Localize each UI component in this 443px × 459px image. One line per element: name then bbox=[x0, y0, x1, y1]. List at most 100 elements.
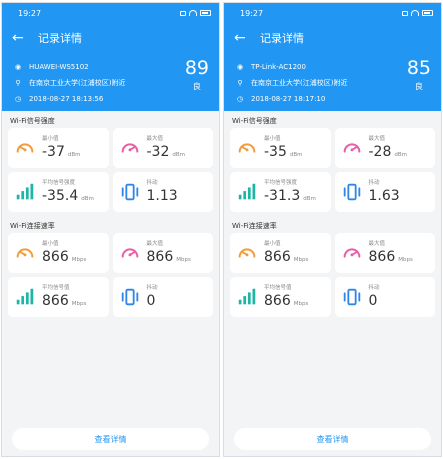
score-block: 89 良 bbox=[185, 57, 209, 92]
rate-avg-label: 平均信号值 bbox=[264, 285, 292, 291]
signal-jitter-label: 抖动 bbox=[146, 180, 158, 186]
signal-jitter-card: 抖动 1.13 bbox=[112, 172, 213, 212]
gauge-min-icon bbox=[16, 248, 34, 258]
signal-avg-value: -31.3 bbox=[264, 188, 301, 204]
location-text: 在南京工业大学(江浦校区)附近 bbox=[29, 79, 126, 87]
rate-min-card: 最小值 866 Mbps bbox=[230, 233, 331, 273]
rate-max-label: 最大值 bbox=[368, 241, 386, 247]
rate-max-label: 最大值 bbox=[146, 241, 164, 247]
rate-avg-card: 平均信号值 866 Mbps bbox=[8, 277, 109, 317]
network-info: ◉ HUAWEI-WS5102 ⚲ 在南京工业大学(江浦校区)附近 ◷ 2018… bbox=[2, 53, 219, 111]
rate-min-unit: Mbps bbox=[71, 257, 87, 263]
rate-min-card: 最小值 866 Mbps bbox=[8, 233, 109, 273]
page-title: 记录详情 bbox=[260, 32, 304, 45]
status-icons bbox=[402, 10, 433, 16]
clock-icon: ◷ bbox=[236, 95, 244, 103]
title-bar: ← 记录详情 bbox=[2, 23, 219, 53]
back-arrow-icon[interactable]: ← bbox=[234, 31, 252, 45]
rate-jitter-value: 0 bbox=[368, 293, 378, 309]
signal-max-label: 最大值 bbox=[368, 136, 386, 142]
rate-avg-value: 866 bbox=[264, 293, 291, 309]
rate-max-unit: Mbps bbox=[398, 257, 413, 263]
status-icons bbox=[180, 10, 211, 16]
location-row: ⚲ 在南京工业大学(江浦校区)附近 bbox=[234, 75, 431, 91]
page-title: 记录详情 bbox=[38, 32, 82, 45]
network-info: ◉ TP-Link-AC1200 ⚲ 在南京工业大学(江浦校区)附近 ◷ 201… bbox=[224, 53, 441, 111]
datetime-row: ◷ 2018-08-27 18:17:10 bbox=[234, 91, 431, 107]
signal-avg-value: -35.4 bbox=[42, 188, 79, 204]
signal-max-label: 最大值 bbox=[146, 136, 164, 142]
location-pin-icon: ⚲ bbox=[237, 79, 243, 87]
signal-min-card: 最小值 -37 dBm bbox=[8, 128, 109, 168]
battery-icon bbox=[422, 10, 433, 16]
ssid-row: ◉ HUAWEI-WS5102 bbox=[12, 59, 209, 75]
signal-cards: 最小值 -35 dBm 最大值 -28 dBm 平均信号强度 -31.3 dBm 抖动… bbox=[224, 125, 441, 216]
score-grade: 良 bbox=[192, 82, 201, 91]
wifi-icon: ◉ bbox=[236, 63, 244, 71]
rate-avg-value: 866 bbox=[42, 293, 69, 309]
signal-max-unit: dBm bbox=[172, 152, 185, 158]
datetime-text: 2018-08-27 18:17:10 bbox=[251, 95, 326, 103]
rate-cards: 最小值 866 Mbps 最大值 866 Mbps 平均信号值 866 Mbps 抖动… bbox=[224, 230, 441, 321]
signal-min-label: 最小值 bbox=[42, 136, 59, 142]
rate-max-card: 最大值 866 Mbps bbox=[334, 233, 435, 273]
phone-vibrate-icon bbox=[343, 288, 360, 306]
rate-avg-unit: Mbps bbox=[71, 301, 87, 307]
screen-1: 19:27 ← 记录详情 ◉ HUAWEI-WS5102 ⚲ 在南京工业大学(江… bbox=[1, 2, 220, 457]
rate-max-value: 866 bbox=[146, 249, 174, 265]
score-value: 85 bbox=[406, 57, 431, 79]
rate-avg-unit: Mbps bbox=[293, 301, 309, 307]
screen-2: 19:27 ← 记录详情 ◉ TP-Link-AC1200 ⚲ 在南京工业大学(… bbox=[223, 2, 442, 457]
clock-icon: ◷ bbox=[14, 95, 22, 103]
location-pin-icon: ⚲ bbox=[15, 79, 21, 87]
gauge-max-icon bbox=[343, 248, 360, 258]
phone-vibrate-icon bbox=[343, 183, 360, 201]
signal-min-unit: dBm bbox=[289, 152, 303, 158]
rate-min-label: 最小值 bbox=[264, 241, 281, 247]
battery-icon bbox=[200, 10, 211, 16]
signal-bars-icon bbox=[238, 183, 256, 200]
datetime-text: 2018-08-27 18:13:56 bbox=[29, 95, 104, 103]
rate-cards: 最小值 866 Mbps 最大值 866 Mbps 平均信号值 866 Mbps 抖动… bbox=[2, 230, 219, 321]
signal-section-title: Wi-Fi信号强度 bbox=[232, 117, 277, 125]
status-time: 19:27 bbox=[240, 8, 264, 18]
view-details-button[interactable]: 查看详情 bbox=[234, 428, 431, 450]
rate-min-value: 866 bbox=[264, 249, 291, 265]
signal-bars-icon bbox=[238, 288, 256, 305]
signal-avg-unit: dBm bbox=[303, 196, 316, 202]
view-details-button[interactable]: 查看详情 bbox=[12, 428, 209, 450]
score-block: 85 良 bbox=[407, 57, 431, 92]
ssid-row: ◉ TP-Link-AC1200 bbox=[234, 59, 431, 75]
signal-max-unit: dBm bbox=[394, 152, 407, 158]
wifi-status-icon bbox=[411, 10, 419, 16]
signal-min-value: -37 bbox=[42, 144, 65, 160]
status-time: 19:27 bbox=[18, 8, 42, 18]
signal-min-label: 最小值 bbox=[264, 136, 281, 142]
signal-avg-card: 平均信号强度 -35.4 dBm bbox=[8, 172, 109, 212]
status-bar: 19:27 bbox=[2, 3, 219, 23]
signal-jitter-card: 抖动 1.63 bbox=[334, 172, 435, 212]
signal-avg-unit: dBm bbox=[81, 196, 94, 202]
rate-jitter-label: 抖动 bbox=[146, 285, 158, 291]
signal-section-title: Wi-Fi信号强度 bbox=[10, 117, 55, 125]
score-value: 89 bbox=[184, 57, 209, 79]
signal-avg-label: 平均信号强度 bbox=[42, 180, 76, 186]
rate-avg-card: 平均信号值 866 Mbps bbox=[230, 277, 331, 317]
rate-jitter-card: 抖动 0 bbox=[334, 277, 435, 317]
score-grade: 良 bbox=[414, 82, 423, 91]
camera-icon bbox=[402, 10, 408, 16]
rate-min-unit: Mbps bbox=[293, 257, 309, 263]
back-arrow-icon[interactable]: ← bbox=[12, 31, 30, 45]
signal-bars-icon bbox=[16, 288, 34, 305]
rate-max-value: 866 bbox=[368, 249, 396, 265]
ssid-text: HUAWEI-WS5102 bbox=[29, 63, 89, 71]
rate-min-label: 最小值 bbox=[42, 241, 59, 247]
gauge-max-icon bbox=[121, 248, 138, 258]
rate-avg-label: 平均信号值 bbox=[42, 285, 70, 291]
signal-min-value: -35 bbox=[264, 144, 287, 160]
rate-jitter-card: 抖动 0 bbox=[112, 277, 213, 317]
signal-max-card: 最大值 -28 dBm bbox=[334, 128, 435, 168]
datetime-row: ◷ 2018-08-27 18:13:56 bbox=[12, 91, 209, 107]
signal-min-card: 最小值 -35 dBm bbox=[230, 128, 331, 168]
signal-bars-icon bbox=[16, 183, 34, 200]
